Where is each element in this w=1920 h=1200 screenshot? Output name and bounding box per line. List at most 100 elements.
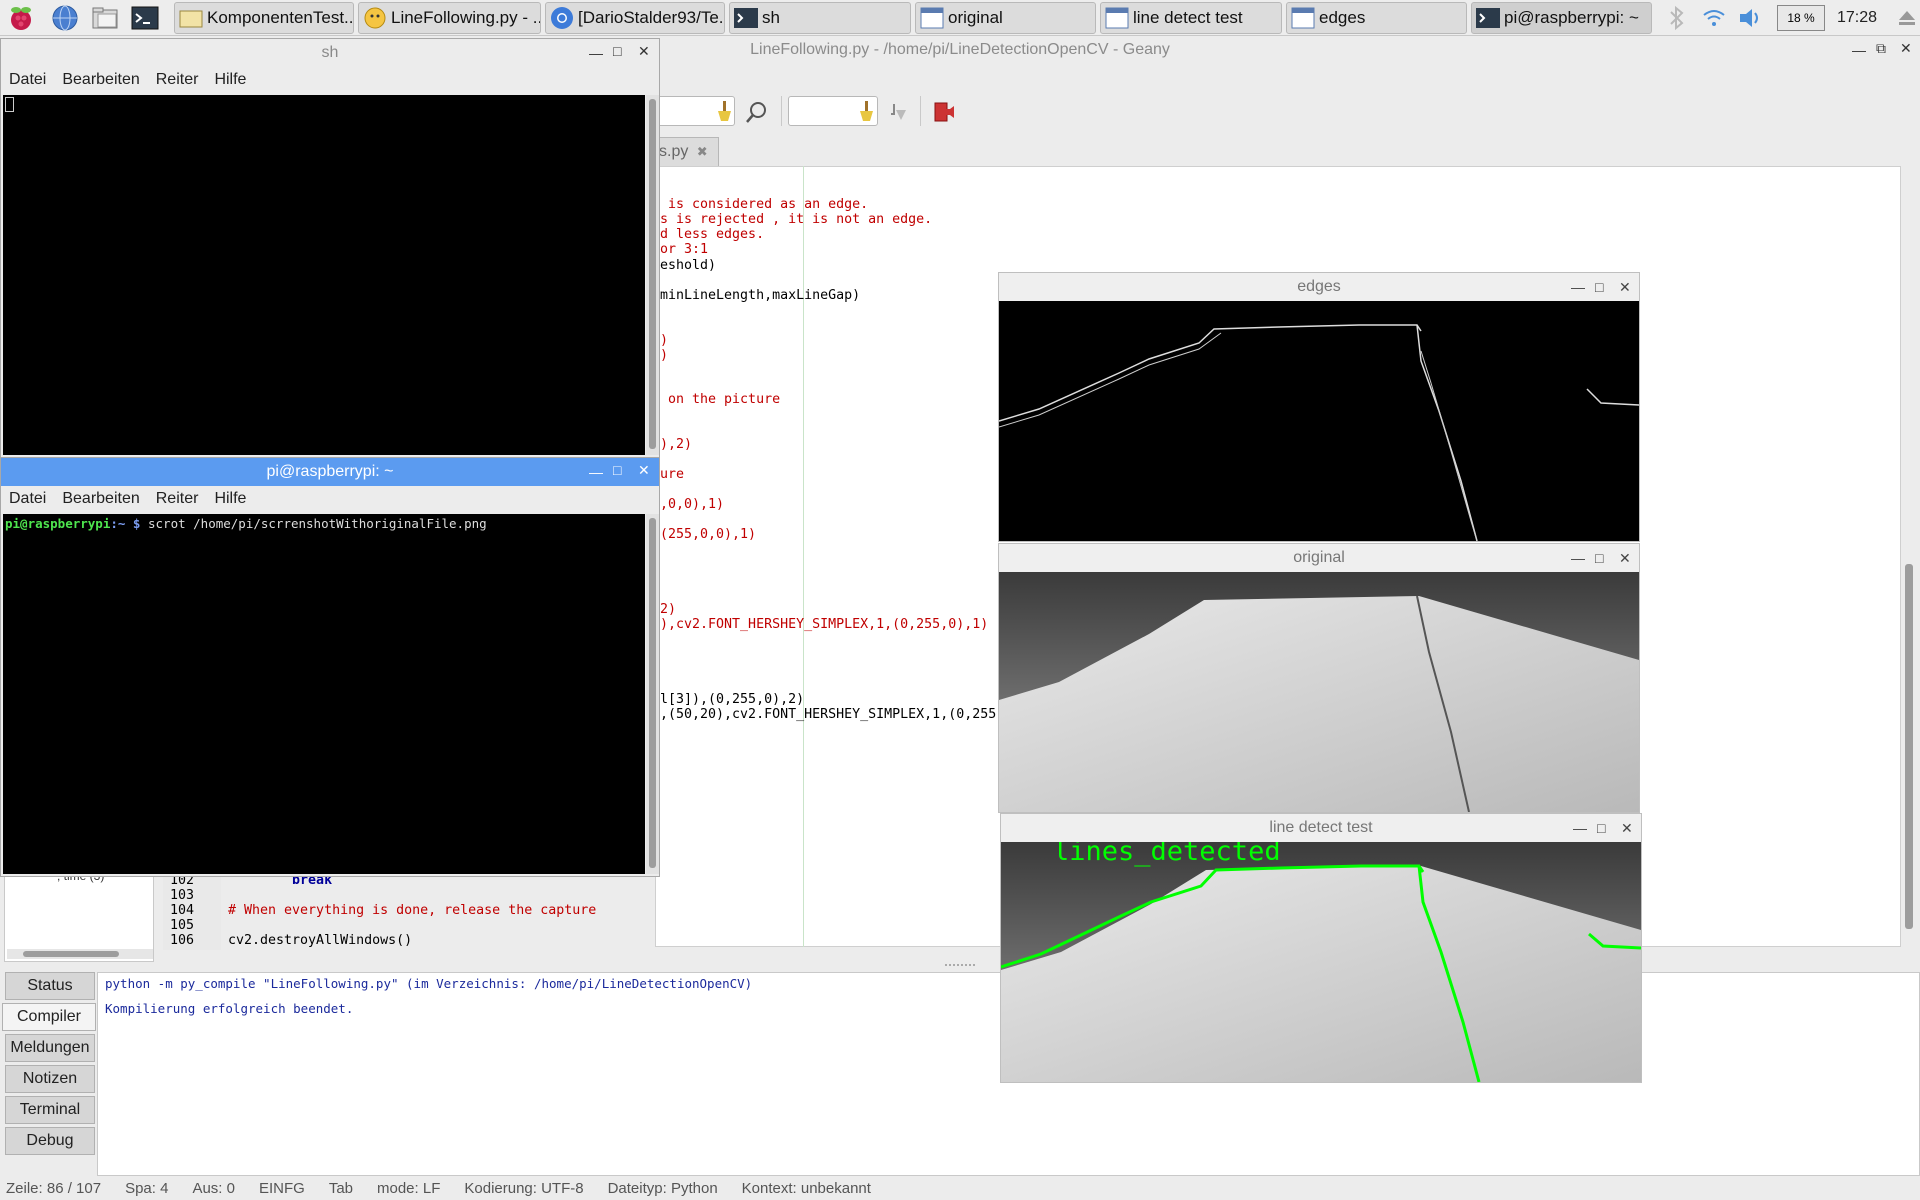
terminal-launcher-icon[interactable] — [130, 3, 160, 33]
quit-icon[interactable] — [932, 100, 958, 124]
taskbar-app-komponententest[interactable]: KomponentenTest... — [174, 2, 354, 34]
sidebar-hscroll-thumb[interactable] — [23, 951, 119, 957]
code-line: ure — [660, 467, 685, 482]
tab-label: s.py — [659, 143, 689, 160]
close-icon[interactable]: ✕ — [1619, 544, 1631, 572]
panel-resize-handle[interactable] — [945, 964, 975, 968]
tab-notizen[interactable]: Notizen — [5, 1065, 95, 1093]
status-item: Zeile: 86 / 107 — [6, 1179, 102, 1197]
window-title: line detect test — [1269, 819, 1373, 836]
tab-debug[interactable]: Debug — [5, 1127, 95, 1155]
menu-datei[interactable]: Datei — [9, 490, 46, 508]
close-icon[interactable]: ✕ — [1619, 273, 1631, 301]
terminal-window-pi: pi@raspberrypi: ~ — □ ✕ Datei Bearbeiten… — [0, 457, 660, 877]
menu-bar: Datei Bearbeiten Reiter Hilfe — [1, 67, 659, 93]
close-icon[interactable]: ✕ — [638, 462, 650, 479]
menu-bearbeiten[interactable]: Bearbeiten — [62, 71, 139, 89]
close-icon[interactable]: ✕ — [1900, 40, 1912, 57]
minimize-icon[interactable]: — — [589, 45, 603, 61]
menu-hilfe[interactable]: Hilfe — [214, 71, 246, 89]
taskbar-app-line-detect[interactable]: line detect test — [1100, 2, 1282, 34]
taskbar-app-pi-terminal[interactable]: pi@raspberrypi: ~ — [1471, 2, 1652, 34]
window-title: edges — [1297, 278, 1341, 295]
maximize-icon[interactable]: □ — [1595, 273, 1603, 301]
symbol-tree[interactable]: , time (3) — [4, 869, 154, 962]
status-item: Tab — [328, 1179, 353, 1197]
minimize-icon[interactable]: — — [1573, 814, 1587, 842]
status-bar: Zeile: 86 / 107 Spa: 4 Aus: 0 EINFG Tab mode:… — [0, 1176, 1920, 1200]
clear-broom-icon[interactable] — [858, 100, 876, 122]
command-text: scrot /home/pi/scrrenshotWithoriginalFil… — [140, 516, 487, 531]
window-title: sh — [321, 44, 339, 61]
tab-meldungen[interactable]: Meldungen — [5, 1034, 95, 1062]
tab-compiler[interactable]: Compiler — [2, 1003, 96, 1031]
volume-icon[interactable] — [1737, 5, 1765, 31]
editor-vscroll-thumb[interactable] — [1905, 564, 1913, 929]
menu-datei[interactable]: Datei — [9, 71, 46, 89]
maximize-icon[interactable]: □ — [613, 462, 621, 478]
maximize-icon[interactable]: □ — [1595, 544, 1603, 572]
menu-hilfe[interactable]: Hilfe — [214, 490, 246, 508]
menu-bearbeiten[interactable]: Bearbeiten — [62, 490, 139, 508]
raspberry-menu-icon[interactable] — [6, 3, 36, 33]
status-item: mode: LF — [377, 1179, 441, 1197]
toolbar-separator — [781, 96, 782, 126]
tab-terminal[interactable]: Terminal — [5, 1096, 95, 1124]
editor-vscroll[interactable] — [1902, 166, 1916, 947]
taskbar-app-chromium[interactable]: [DarioStalder93/Te... — [545, 2, 725, 34]
maximize-icon[interactable]: □ — [1597, 814, 1605, 842]
line-number: 103 — [170, 888, 195, 903]
line-number: 104 — [170, 903, 195, 918]
terminal-output[interactable]: pi@raspberrypi:~ $ scrot /home/pi/scrren… — [3, 514, 645, 874]
eject-icon[interactable] — [1897, 8, 1917, 28]
code-line: ) — [660, 333, 669, 348]
minimize-icon[interactable]: — — [1571, 544, 1585, 572]
line-number: 105 — [170, 918, 195, 933]
taskbar-app-sh[interactable]: sh — [729, 2, 911, 34]
window-title: pi@raspberrypi: ~ — [1, 458, 659, 486]
terminal-scroll-thumb[interactable] — [649, 518, 656, 868]
jump-icon[interactable] — [888, 100, 910, 124]
message-line: python -m py_compile "LineFollowing.py" … — [105, 976, 753, 991]
line-number: 106 — [170, 933, 195, 948]
menu-reiter[interactable]: Reiter — [156, 490, 199, 508]
terminal-scrollbar[interactable] — [646, 95, 659, 455]
code-line: l[3]),(0,255,0),2) — [660, 692, 805, 707]
overlay-label: lines_detected — [1053, 842, 1281, 867]
prompt-path: :~ $ — [110, 516, 141, 531]
web-browser-icon[interactable] — [50, 3, 80, 33]
status-item: Spa: 4 — [125, 1179, 169, 1197]
code-line: eshold) — [660, 258, 717, 273]
geany-icon — [364, 7, 386, 29]
bluetooth-icon[interactable] — [1665, 4, 1689, 32]
menu-reiter[interactable]: Reiter — [156, 71, 199, 89]
close-tab-icon[interactable]: ✖ — [697, 144, 708, 159]
terminal-scroll-thumb[interactable] — [649, 99, 656, 449]
taskbar-app-original[interactable]: original — [915, 2, 1096, 34]
taskbar-app-geany[interactable]: LineFollowing.py - ... — [358, 2, 541, 34]
close-icon[interactable]: ✕ — [638, 43, 650, 60]
status-item: Aus: 0 — [192, 1179, 235, 1197]
window-icon — [1105, 7, 1129, 29]
close-icon[interactable]: ✕ — [1621, 814, 1633, 842]
code-line: ),2) — [660, 437, 693, 452]
terminal-output[interactable] — [3, 95, 645, 455]
edges-image — [999, 301, 1639, 541]
taskbar-app-edges[interactable]: edges — [1286, 2, 1467, 34]
minimize-icon[interactable]: — — [1852, 42, 1866, 58]
tab-status[interactable]: Status — [5, 972, 95, 1000]
code-line: ),cv2.FONT_HERSHEY_SIMPLEX,1,(0,255,0),1… — [660, 617, 989, 632]
line-detect-image: lines_detected — [1001, 842, 1641, 1082]
terminal-scrollbar[interactable] — [646, 514, 659, 874]
minimize-icon[interactable]: — — [589, 464, 603, 480]
file-manager-icon[interactable] — [90, 3, 120, 33]
clear-broom-icon[interactable] — [716, 100, 734, 122]
maximize-icon[interactable]: ⧉ — [1876, 40, 1886, 57]
find-icon[interactable] — [745, 100, 769, 124]
tab-file[interactable]: s.py ✖ — [655, 137, 719, 166]
clock[interactable]: 17:28 — [1837, 9, 1877, 27]
maximize-icon[interactable]: □ — [613, 43, 621, 59]
minimize-icon[interactable]: — — [1571, 273, 1585, 301]
sidebar-hscroll[interactable] — [7, 949, 153, 959]
wifi-icon[interactable] — [1701, 5, 1727, 31]
